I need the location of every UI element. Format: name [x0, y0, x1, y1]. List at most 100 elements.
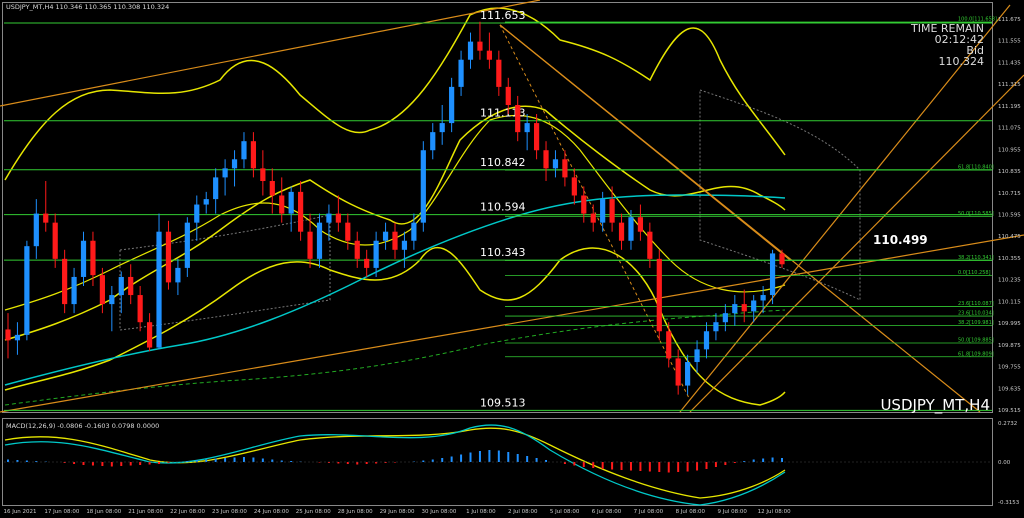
time-tick-label: 5 Jul 08:00	[550, 509, 580, 515]
time-tick-label: 16 Jun 2021	[3, 509, 36, 515]
bull-candle	[685, 362, 691, 386]
fib-tag: 61.8[110.840]	[958, 165, 994, 171]
time-tick-label: 17 Jun 08:00	[44, 509, 79, 515]
bear-candle	[618, 222, 625, 241]
bear-candle	[354, 240, 360, 259]
level-price-tag: 110.343	[480, 246, 526, 259]
bull-candle	[439, 123, 445, 133]
bull-candle	[194, 204, 200, 223]
bear-candle	[99, 275, 105, 305]
fib-tag: 38.2[109.981]	[958, 320, 994, 326]
level-price-tag: 110.594	[480, 201, 526, 214]
time-tick-label: 2 Jul 08:00	[508, 509, 538, 515]
bear-candle	[637, 217, 644, 232]
bull-candle	[14, 334, 21, 341]
bull-candle	[213, 177, 219, 200]
bid-value: 110.324	[939, 55, 985, 68]
bear-candle	[392, 231, 398, 250]
macd-tick-label: -0.3153	[998, 500, 1020, 506]
bull-candle	[33, 213, 39, 247]
bear-candle	[741, 304, 747, 312]
price-chart[interactable]: 111.653111.113110.842110.594110.343109.5…	[0, 0, 1024, 518]
price-tick-label: 110.955	[998, 147, 1021, 153]
time-tick-label: 29 Jun 08:00	[380, 509, 415, 515]
bull-candle	[326, 213, 332, 223]
bear-candle	[656, 258, 662, 332]
bull-candle	[722, 313, 728, 323]
bull-candle	[24, 246, 30, 335]
bull-candle	[411, 222, 417, 241]
bear-candle	[165, 231, 172, 283]
bull-candle	[628, 217, 634, 241]
price-tick-label: 110.595	[998, 213, 1021, 219]
time-tick-label: 24 Jun 08:00	[254, 509, 289, 515]
fib-tag: 0.0[110.258]	[958, 270, 991, 276]
bull-candle	[732, 304, 738, 314]
bear-candle	[137, 295, 143, 323]
bear-candle	[533, 123, 540, 151]
bull-candle	[373, 240, 379, 268]
bear-candle	[269, 181, 275, 196]
bull-candle	[467, 41, 474, 60]
bull-candle	[316, 222, 323, 259]
time-tick-label: 30 Jun 08:00	[421, 509, 456, 515]
bear-candle	[609, 199, 615, 223]
bull-candle	[694, 349, 700, 363]
bull-candle	[382, 231, 389, 241]
bear-candle	[279, 195, 285, 214]
bear-candle	[779, 253, 785, 265]
bull-candle	[703, 331, 710, 350]
fib-tag: 23.6[110.034]	[958, 311, 994, 317]
price-tick-label: 110.715	[998, 191, 1021, 197]
bear-candle	[90, 240, 96, 276]
bull-candle	[430, 132, 436, 151]
price-tick-label: 111.315	[998, 82, 1021, 88]
fib-tag: 50.0[110.585]	[958, 211, 994, 217]
bull-candle	[203, 199, 209, 205]
price-tick-label: 109.995	[998, 321, 1021, 327]
fib-tag: 61.8[109.809]	[958, 351, 994, 357]
bull-candle	[449, 86, 455, 124]
bear-candle	[250, 141, 257, 169]
bull-candle	[600, 199, 606, 223]
bear-candle	[543, 150, 549, 169]
bear-candle	[590, 213, 596, 223]
bear-candle	[675, 358, 681, 386]
bull-candle	[751, 300, 757, 312]
fib-tag: 50.0[109.885]	[958, 338, 994, 344]
bear-candle	[477, 41, 483, 51]
bull-candle	[401, 240, 408, 250]
bear-candle	[5, 329, 11, 341]
bull-candle	[222, 168, 228, 178]
level-price-tag: 110.842	[480, 156, 526, 169]
macd-label: MACD(12,26,9) -0.0806 -0.1603 0.0798 0.0…	[6, 422, 159, 430]
time-tick-label: 1 Jul 08:00	[466, 509, 496, 515]
time-tick-label: 9 Jul 08:00	[717, 509, 747, 515]
bear-candle	[260, 168, 266, 182]
fib-tag: 38.2[110.341]	[958, 255, 994, 261]
time-tick-label: 8 Jul 08:00	[676, 509, 706, 515]
time-tick-label: 18 Jun 08:00	[86, 509, 121, 515]
bear-candle	[146, 322, 153, 348]
chart-header: USDJPY_MT,H4 110.346 110.365 110.308 110…	[6, 3, 169, 11]
time-tick-label: 28 Jun 08:00	[338, 509, 373, 515]
price-tick-label: 111.555	[998, 39, 1021, 45]
level-price-tag: 111.653	[480, 9, 526, 22]
macd-tick-label: 0.2732	[998, 421, 1017, 427]
bear-candle	[43, 213, 49, 223]
bear-candle	[562, 159, 568, 178]
bear-candle	[62, 258, 68, 305]
bear-candle	[298, 191, 304, 232]
bear-candle	[364, 258, 370, 268]
bull-candle	[458, 59, 464, 87]
fib-tag: 23.6[110.087]	[958, 301, 994, 307]
price-tick-label: 110.355	[998, 256, 1021, 262]
current-level-label: 110.499	[873, 233, 928, 247]
bear-candle	[52, 222, 58, 259]
bull-candle	[420, 150, 426, 223]
price-tick-label: 110.835	[998, 169, 1021, 175]
price-tick-label: 110.235	[998, 278, 1021, 284]
bear-candle	[647, 231, 653, 259]
bull-candle	[241, 141, 247, 160]
bear-candle	[666, 331, 672, 359]
